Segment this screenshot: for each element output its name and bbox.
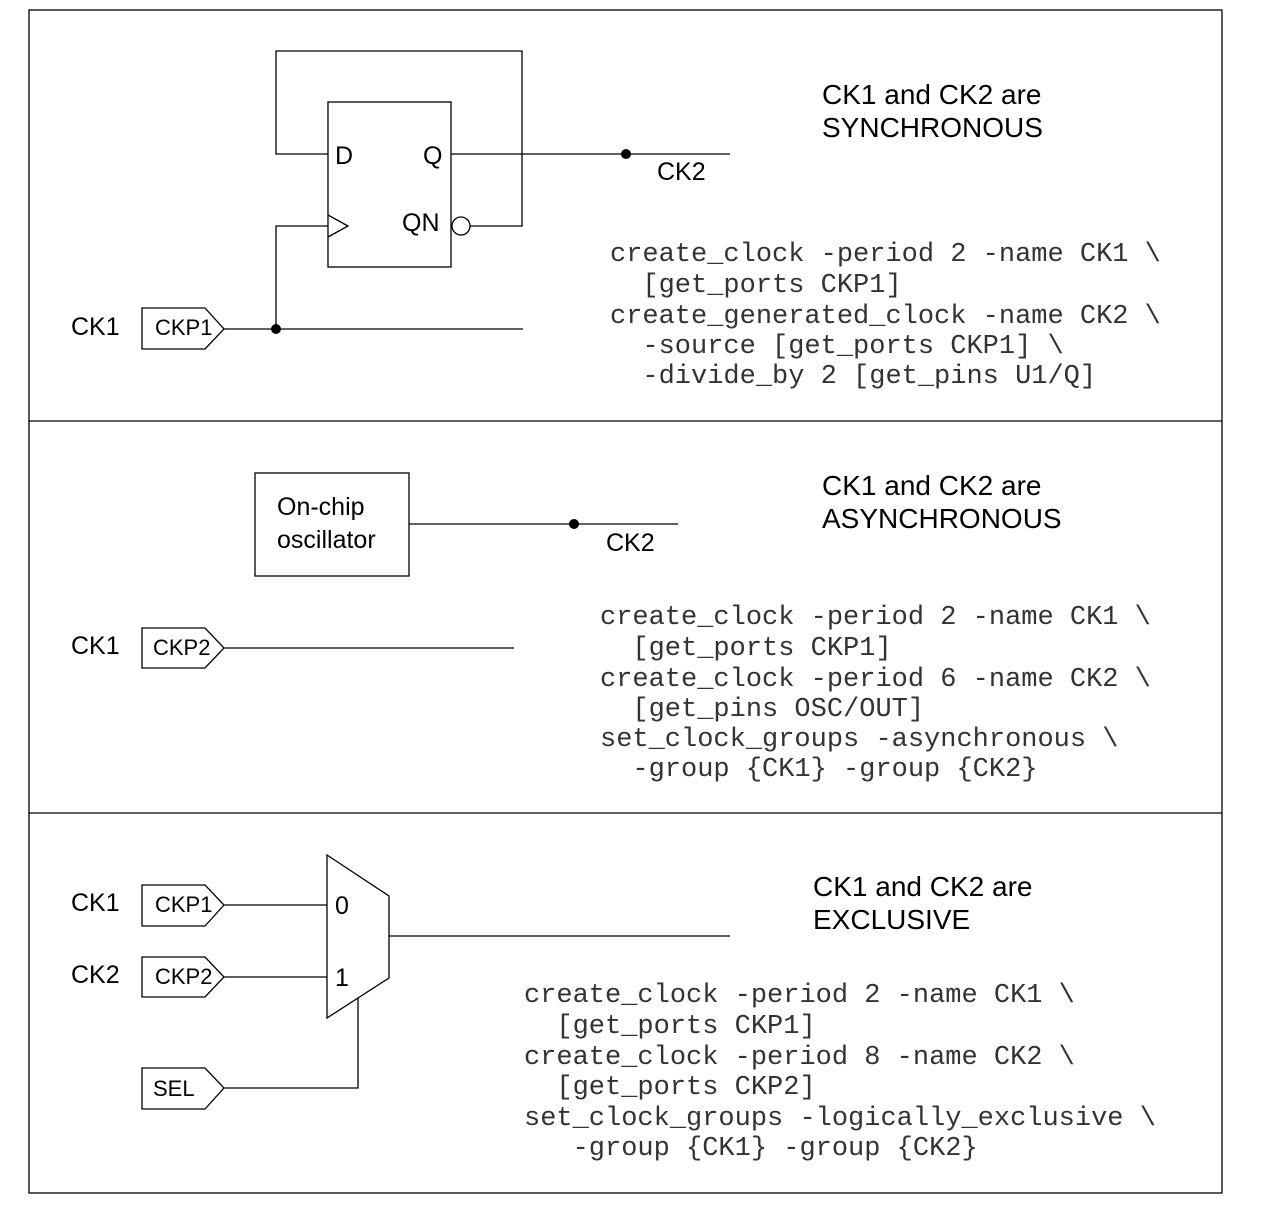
ck2-node xyxy=(621,149,631,159)
oscillator-label-1: On-chip xyxy=(277,493,365,521)
panel-asynchronous: On-chip oscillator CK2 CK1 CKP2 CK1 and … xyxy=(71,470,1151,785)
heading-line-1: CK1 and CK2 are xyxy=(813,871,1032,902)
panel-exclusive: 0 1 CK1 CK2 CKP1 CKP2 SEL CK1 and CK2 ar… xyxy=(71,853,1156,1164)
q-pin-label: Q xyxy=(423,142,442,170)
code-line: [get_ports CKP1] xyxy=(600,634,892,664)
heading-line-2: EXCLUSIVE xyxy=(813,904,970,935)
code-line: set_clock_groups -asynchronous \ xyxy=(600,725,1118,755)
ck1-label: CK1 xyxy=(71,313,120,341)
code-line: create_clock -period 6 -name CK2 \ xyxy=(600,665,1151,695)
oscillator-label-2: oscillator xyxy=(277,526,376,554)
heading-line-1: CK1 and CK2 are xyxy=(822,79,1041,110)
port-label: SEL xyxy=(153,1076,195,1101)
code-line: create_clock -period 8 -name CK2 \ xyxy=(524,1043,1075,1073)
code-line: -source [get_ports CKP1] \ xyxy=(610,332,1064,362)
heading-line-1: CK1 and CK2 are xyxy=(822,470,1041,501)
clock-relationships-diagram: D Q QN CK2 CK1 CKP1 CK1 and CK2 are SYNC… xyxy=(28,9,1223,1194)
heading-line-2: SYNCHRONOUS xyxy=(822,112,1043,143)
port-label: CKP1 xyxy=(155,892,212,917)
heading-line-2: ASYNCHRONOUS xyxy=(822,503,1062,534)
code-line: [get_ports CKP1] xyxy=(524,1012,816,1042)
ck2-label: CK2 xyxy=(71,961,120,989)
code-line: -divide_by 2 [get_pins U1/Q] xyxy=(610,362,1096,392)
code-line: [get_pins OSC/OUT] xyxy=(600,695,924,725)
port-label: CKP2 xyxy=(155,964,212,989)
ck2-node xyxy=(569,519,579,529)
code-line: create_clock -period 2 -name CK1 \ xyxy=(600,603,1151,633)
flip-flop xyxy=(327,101,452,268)
code-line: set_clock_groups -logically_exclusive \ xyxy=(524,1104,1156,1134)
multiplexer xyxy=(326,853,390,1020)
qn-inversion-bubble xyxy=(451,216,471,236)
code-line: create_generated_clock -name CK2 \ xyxy=(610,302,1161,332)
oscillator-block xyxy=(254,472,410,577)
ck2-label: CK2 xyxy=(657,158,706,186)
d-pin-label: D xyxy=(335,142,353,170)
ck1-label: CK1 xyxy=(71,632,120,660)
ck1-node xyxy=(271,324,281,334)
ck1-label: CK1 xyxy=(71,889,120,917)
code-line: create_clock -period 2 -name CK1 \ xyxy=(524,981,1075,1011)
code-line: create_clock -period 2 -name CK1 \ xyxy=(610,240,1161,270)
port-label: CKP1 xyxy=(155,315,212,340)
qn-pin-label: QN xyxy=(402,209,440,237)
ck2-label: CK2 xyxy=(606,529,655,557)
code-line: -group {CK1} -group {CK2} xyxy=(524,1134,978,1164)
code-line: [get_ports CKP2] xyxy=(524,1073,816,1103)
mux-input-0-label: 0 xyxy=(335,892,349,920)
mux-input-1-label: 1 xyxy=(335,964,349,992)
port-label: CKP2 xyxy=(153,635,210,660)
code-line: [get_ports CKP1] xyxy=(610,271,902,301)
clock-wire xyxy=(275,225,328,329)
panel-synchronous: D Q QN CK2 CK1 CKP1 CK1 and CK2 are SYNC… xyxy=(71,50,1161,392)
code-line: -group {CK1} -group {CK2} xyxy=(600,755,1037,785)
